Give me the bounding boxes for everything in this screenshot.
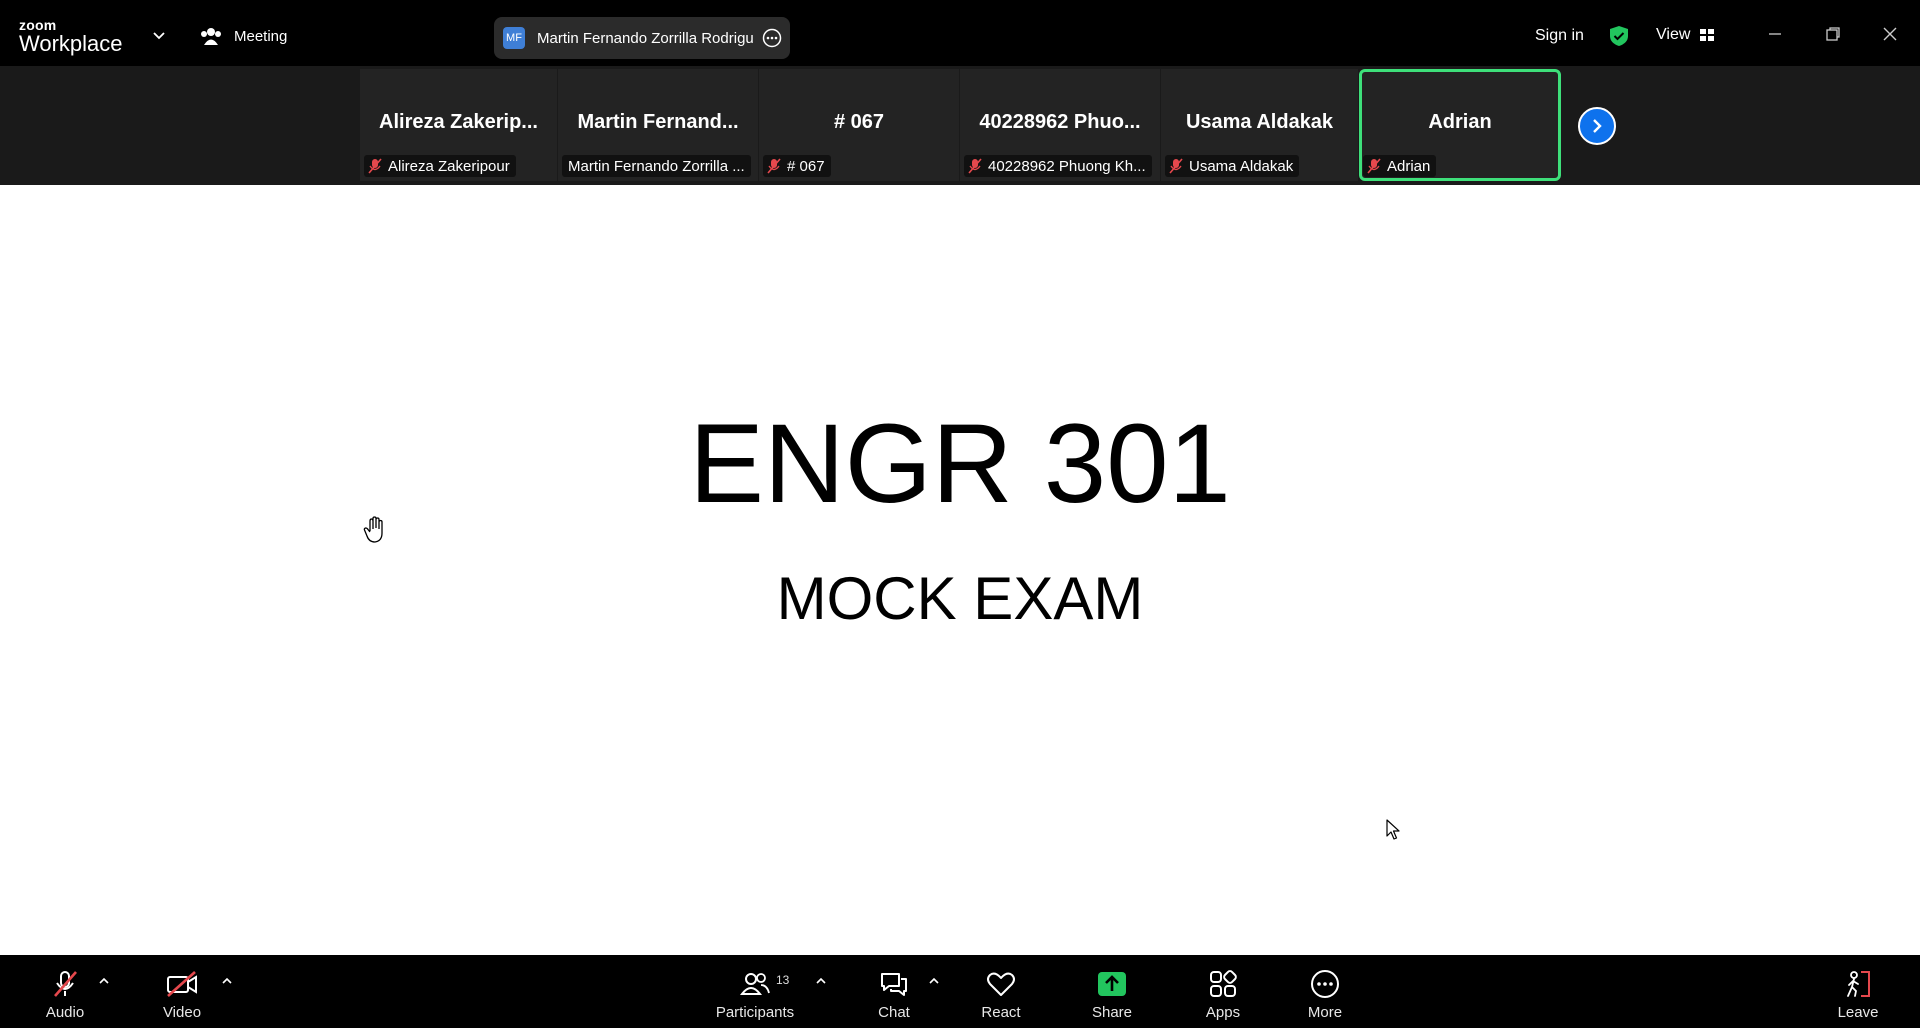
- restore-icon[interactable]: [1824, 25, 1842, 43]
- mic-muted-icon: [1367, 158, 1381, 174]
- audio-label: Audio: [45, 1004, 85, 1021]
- participant-tile[interactable]: 40228962 Phuo... 40228962 Phuong Kh...: [960, 69, 1160, 181]
- participant-tag-label: Alireza Zakeripour: [388, 157, 510, 175]
- participant-tag-label: # 067: [787, 157, 825, 175]
- chevron-up-icon[interactable]: [221, 975, 233, 987]
- hand-cursor-icon: [363, 516, 383, 543]
- active-speaker-name: Martin Fernando Zorrilla Rodrigu: [537, 29, 754, 47]
- participant-strip: Alireza Zakerip... Alireza Zakeripour Ma…: [0, 66, 1920, 185]
- participant-tile[interactable]: Usama Aldakak Usama Aldakak: [1161, 69, 1358, 181]
- participant-display-name: Adrian: [1428, 111, 1492, 133]
- participant-display-name: Alireza Zakerip...: [379, 111, 538, 133]
- participant-name-tag: Alireza Zakeripour: [364, 155, 516, 177]
- participant-tag-label: Adrian: [1387, 157, 1431, 175]
- active-speaker-pill[interactable]: MF Martin Fernando Zorrilla Rodrigu: [494, 17, 790, 59]
- chevron-right-icon: [1593, 119, 1602, 133]
- participant-tile-active[interactable]: Adrian Adrian: [1359, 69, 1561, 181]
- participant-name-tag: # 067: [763, 155, 831, 177]
- audio-button[interactable]: Audio: [34, 955, 96, 1028]
- mic-muted-icon: [54, 971, 77, 997]
- participant-name-tag: 40228962 Phuong Kh...: [964, 155, 1152, 177]
- participant-display-name: # 067: [833, 111, 885, 133]
- view-button[interactable]: View: [1656, 26, 1715, 44]
- participant-name-tag: Martin Fernando Zorrilla ...: [562, 155, 751, 177]
- zoom-logo: zoom Workplace: [19, 18, 123, 55]
- apps-label: Apps: [1205, 1004, 1241, 1021]
- participant-tile[interactable]: Alireza Zakerip... Alireza Zakeripour: [360, 69, 557, 181]
- participants-button[interactable]: Participants: [710, 955, 800, 1028]
- chevron-up-icon[interactable]: [928, 975, 940, 987]
- video-label: Video: [162, 1004, 202, 1021]
- meeting-menu-button[interactable]: Meeting: [200, 26, 287, 46]
- next-page-button[interactable]: [1578, 107, 1616, 145]
- leave-label: Leave: [1837, 1004, 1879, 1021]
- participant-tile[interactable]: Martin Fernand... Martin Fernando Zorril…: [558, 69, 758, 181]
- leave-icon: [1847, 971, 1870, 997]
- participants-label: Participants: [715, 1004, 795, 1021]
- leave-button[interactable]: Leave: [1832, 955, 1884, 1028]
- slide-subtitle: MOCK EXAM: [776, 565, 1144, 632]
- grid-view-icon: [1700, 29, 1715, 41]
- participant-tag-label: Martin Fernando Zorrilla ...: [568, 157, 745, 175]
- chat-button[interactable]: Chat: [868, 955, 920, 1028]
- participants-group-icon: [201, 28, 221, 45]
- mic-muted-icon: [1169, 158, 1183, 174]
- apps-button[interactable]: Apps: [1196, 955, 1250, 1028]
- sign-in-link[interactable]: Sign in: [1535, 27, 1584, 45]
- mic-muted-icon: [968, 158, 982, 174]
- participant-name-tag: Usama Aldakak: [1165, 155, 1300, 177]
- shield-check-icon[interactable]: [1608, 25, 1630, 47]
- logo-workplace-text: Workplace: [19, 31, 123, 56]
- more-icon: [1311, 970, 1339, 998]
- more-button[interactable]: More: [1298, 955, 1352, 1028]
- react-button[interactable]: React: [973, 955, 1029, 1028]
- mouse-pointer-icon: [1386, 819, 1400, 840]
- participants-icon: [740, 973, 770, 995]
- chat-label: Chat: [878, 1004, 910, 1021]
- shared-screen[interactable]: ENGR 301 MOCK EXAM: [0, 185, 1920, 955]
- chevron-up-icon[interactable]: [815, 975, 827, 987]
- participant-tag-label: 40228962 Phuong Kh...: [988, 157, 1146, 175]
- heart-icon: [987, 972, 1015, 996]
- participant-tile[interactable]: # 067 # 067: [759, 69, 959, 181]
- participant-display-name: 40228962 Phuo...: [979, 111, 1141, 133]
- video-off-icon: [167, 971, 197, 997]
- participant-count: 13: [776, 973, 790, 987]
- logo-zoom-text: zoom: [19, 17, 57, 33]
- participant-tag-label: Usama Aldakak: [1189, 157, 1294, 175]
- participant-display-name: Usama Aldakak: [1185, 111, 1334, 133]
- meeting-toolbar: Audio Video Participants 13 Chat React S…: [0, 955, 1920, 1028]
- meeting-label: Meeting: [234, 27, 288, 45]
- close-icon[interactable]: [1881, 25, 1899, 43]
- slide-title: ENGR 301: [689, 401, 1231, 526]
- share-button[interactable]: Share: [1084, 955, 1140, 1028]
- react-label: React: [981, 1004, 1021, 1021]
- more-options-icon[interactable]: [762, 28, 782, 48]
- share-label: Share: [1091, 1004, 1133, 1021]
- participant-name-tag: Adrian: [1363, 155, 1437, 177]
- avatar: MF: [503, 27, 525, 49]
- more-label: More: [1307, 1004, 1343, 1021]
- view-label: View: [1656, 26, 1691, 43]
- chat-icon: [881, 973, 907, 996]
- share-screen-icon: [1098, 972, 1126, 996]
- minimize-icon[interactable]: [1766, 25, 1784, 43]
- chevron-up-icon[interactable]: [98, 975, 110, 987]
- participant-display-name: Martin Fernand...: [577, 111, 739, 133]
- mic-muted-icon: [767, 158, 781, 174]
- apps-icon: [1210, 970, 1237, 997]
- chevron-down-icon[interactable]: [151, 27, 167, 43]
- video-button[interactable]: Video: [150, 955, 214, 1028]
- mic-muted-icon: [368, 158, 382, 174]
- title-bar: zoom Workplace Meeting MF Martin Fernand…: [0, 0, 1920, 66]
